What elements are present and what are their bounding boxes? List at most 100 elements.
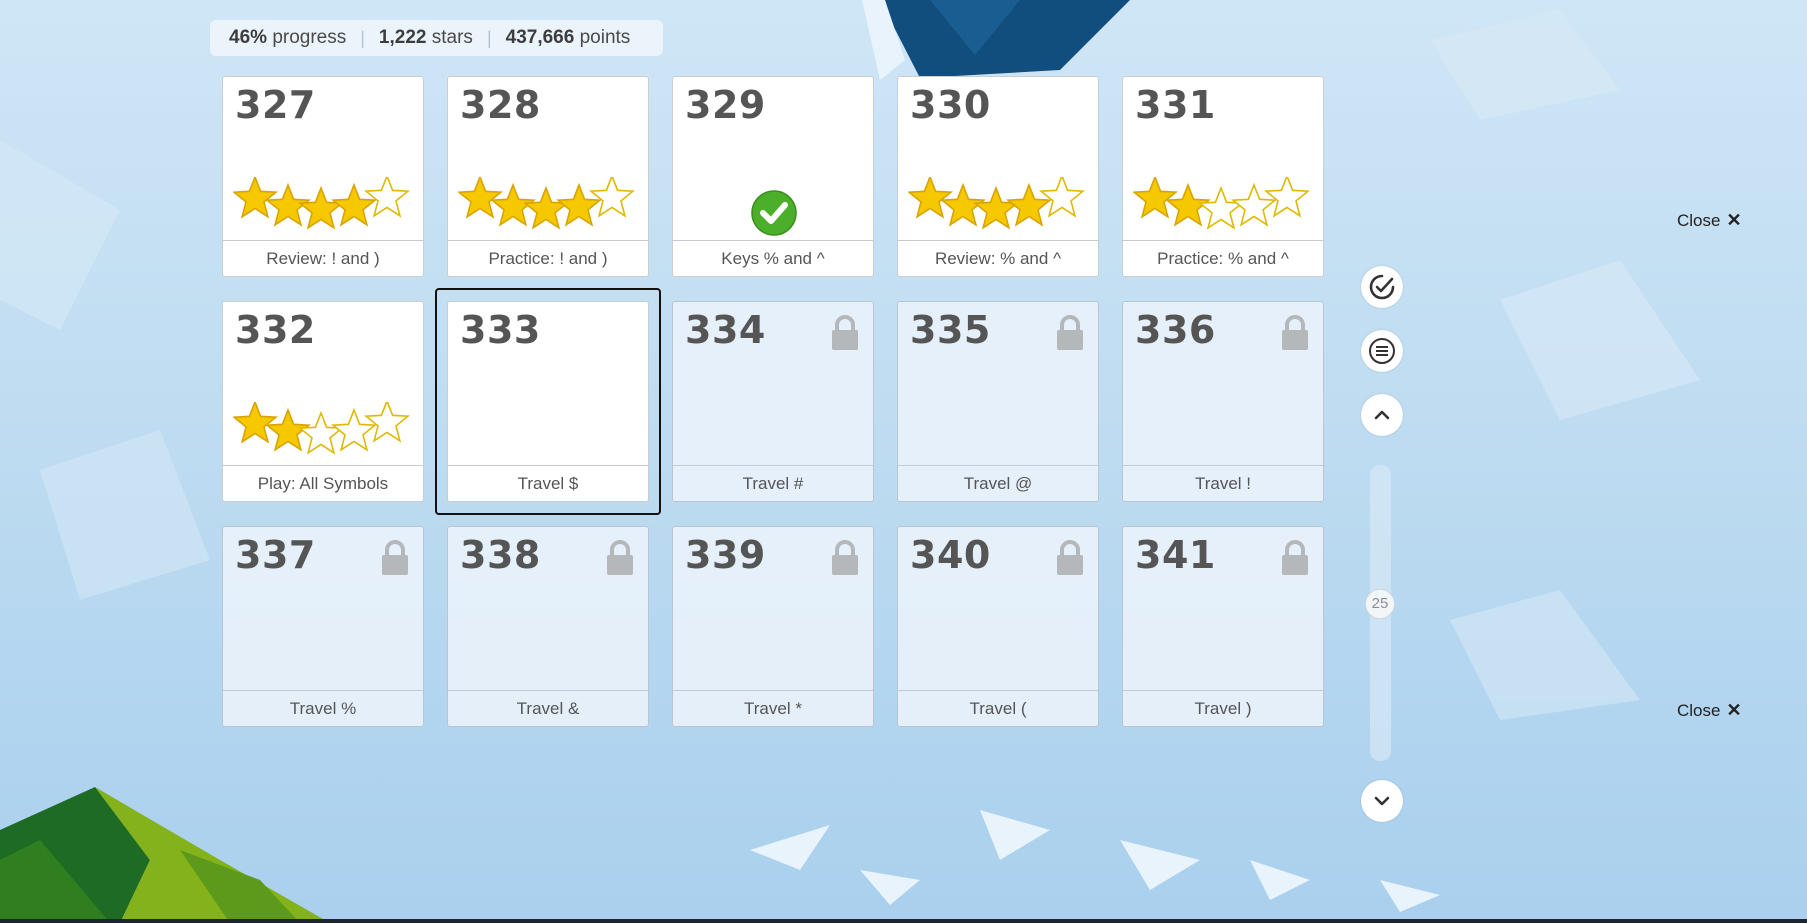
star-rating (458, 177, 635, 230)
lesson-name: Practice: ! and ) (448, 240, 648, 276)
scroll-up-button[interactable] (1361, 394, 1403, 436)
lesson-number: 328 (460, 83, 541, 127)
star-empty-icon (589, 177, 635, 218)
lesson-number: 327 (235, 83, 316, 127)
chevron-down-icon (1374, 796, 1390, 806)
star-filled-icon (458, 177, 503, 219)
lesson-name: Travel # (673, 465, 873, 501)
lesson-number: 339 (685, 533, 766, 577)
lesson-number: 334 (685, 308, 766, 352)
star-filled-icon (908, 177, 953, 219)
lesson-name: Travel ! (1123, 465, 1323, 501)
divider: | (486, 27, 492, 48)
bottom-edge (0, 919, 1807, 923)
star-filled-icon (298, 185, 344, 230)
lesson-name: Keys % and ^ (673, 240, 873, 276)
lesson-number: 331 (1135, 83, 1216, 127)
points-value: 437,666 (505, 27, 575, 48)
lesson-name: Travel ) (1123, 690, 1323, 726)
close-icon: ✕ (1726, 700, 1742, 720)
points-label: points (579, 27, 631, 48)
progress-label: progress (272, 27, 347, 48)
check-mark-icon (751, 190, 797, 236)
menu-icon (1369, 338, 1395, 364)
lesson-tile-339[interactable]: 339 Travel * (672, 526, 874, 727)
lesson-number: 329 (685, 83, 766, 127)
lesson-number: 341 (1135, 533, 1216, 577)
lesson-name: Play: All Symbols (223, 465, 423, 501)
lesson-number: 333 (460, 308, 541, 352)
scroll-down-button[interactable] (1361, 780, 1403, 822)
star-filled-icon (233, 402, 278, 444)
lesson-number: 332 (235, 308, 316, 352)
lesson-number: 335 (910, 308, 991, 352)
star-empty-icon (1198, 185, 1244, 230)
lesson-tile-337[interactable]: 337 Travel % (222, 526, 424, 727)
lesson-name: Travel ( (898, 690, 1098, 726)
lock-icon (832, 315, 858, 350)
lesson-name: Travel % (223, 690, 423, 726)
lesson-tile-331[interactable]: 331 Practice: % and ^ (1122, 76, 1324, 277)
lesson-name: Travel @ (898, 465, 1098, 501)
lesson-name: Review: % and ^ (898, 240, 1098, 276)
lesson-tile-340[interactable]: 340 Travel ( (897, 526, 1099, 727)
lesson-number: 340 (910, 533, 991, 577)
lesson-number: 336 (1135, 308, 1216, 352)
chevron-up-icon (1374, 410, 1390, 420)
lock-icon (1282, 540, 1308, 575)
lesson-tile-338[interactable]: 338 Travel & (447, 526, 649, 727)
star-rating (233, 177, 410, 230)
progress-stats-bar: 46% progress | 1,222 stars | 437,666 poi… (210, 20, 663, 56)
lesson-name: Travel $ (448, 465, 648, 501)
lock-icon (832, 540, 858, 575)
lesson-number: 338 (460, 533, 541, 577)
close-button-top[interactable]: Close ✕ (1677, 210, 1742, 231)
lesson-tile-336[interactable]: 336 Travel ! (1122, 301, 1324, 502)
star-empty-icon (1264, 177, 1310, 218)
lock-icon (1282, 315, 1308, 350)
lesson-tile-341[interactable]: 341 Travel ) (1122, 526, 1324, 727)
lesson-tile-332[interactable]: 332 Play: All Symbols (222, 301, 424, 502)
lock-icon (1057, 540, 1083, 575)
lesson-tile-330[interactable]: 330 Review: % and ^ (897, 76, 1099, 277)
lesson-grid: 327 Review: ! and ) 328 Practice: ! and ) 32… (222, 76, 1326, 728)
star-filled-icon (1133, 177, 1178, 219)
divider: | (360, 27, 365, 48)
lesson-name: Practice: % and ^ (1123, 240, 1323, 276)
close-label: Close (1677, 210, 1721, 230)
stars-label: stars (431, 27, 473, 48)
star-rating (1133, 177, 1310, 230)
star-empty-icon (364, 177, 410, 218)
star-empty-icon (364, 402, 410, 443)
lesson-tile-328[interactable]: 328 Practice: ! and ) (447, 76, 649, 277)
star-filled-icon (523, 185, 569, 230)
check-circle-icon (1369, 274, 1395, 300)
scroll-thumb[interactable]: 25 (1365, 589, 1395, 619)
lesson-tile-329[interactable]: 329 Keys % and ^ (672, 76, 874, 277)
lesson-tile-333[interactable]: 333 Travel $ (447, 301, 649, 502)
close-label: Close (1677, 700, 1721, 720)
lesson-number: 330 (910, 83, 991, 127)
lesson-name: Review: ! and ) (223, 240, 423, 276)
star-empty-icon (1039, 177, 1085, 218)
lesson-number: 337 (235, 533, 316, 577)
lesson-tile-335[interactable]: 335 Travel @ (897, 301, 1099, 502)
close-icon: ✕ (1726, 210, 1742, 230)
star-filled-icon (973, 185, 1019, 230)
completed-filter-button[interactable] (1361, 266, 1403, 308)
lesson-name: Travel * (673, 690, 873, 726)
star-empty-icon (298, 410, 344, 455)
lesson-tile-334[interactable]: 334 Travel # (672, 301, 874, 502)
lesson-tile-327[interactable]: 327 Review: ! and ) (222, 76, 424, 277)
star-filled-icon (233, 177, 278, 219)
star-rating (233, 402, 410, 455)
close-button-bottom[interactable]: Close ✕ (1677, 700, 1742, 721)
menu-button[interactable] (1361, 330, 1403, 372)
lock-icon (382, 540, 408, 575)
progress-value: 46% (229, 27, 268, 48)
star-rating (908, 177, 1085, 230)
lock-icon (607, 540, 633, 575)
lock-icon (1057, 315, 1083, 350)
stars-value: 1,222 (378, 27, 427, 48)
lesson-name: Travel & (448, 690, 648, 726)
